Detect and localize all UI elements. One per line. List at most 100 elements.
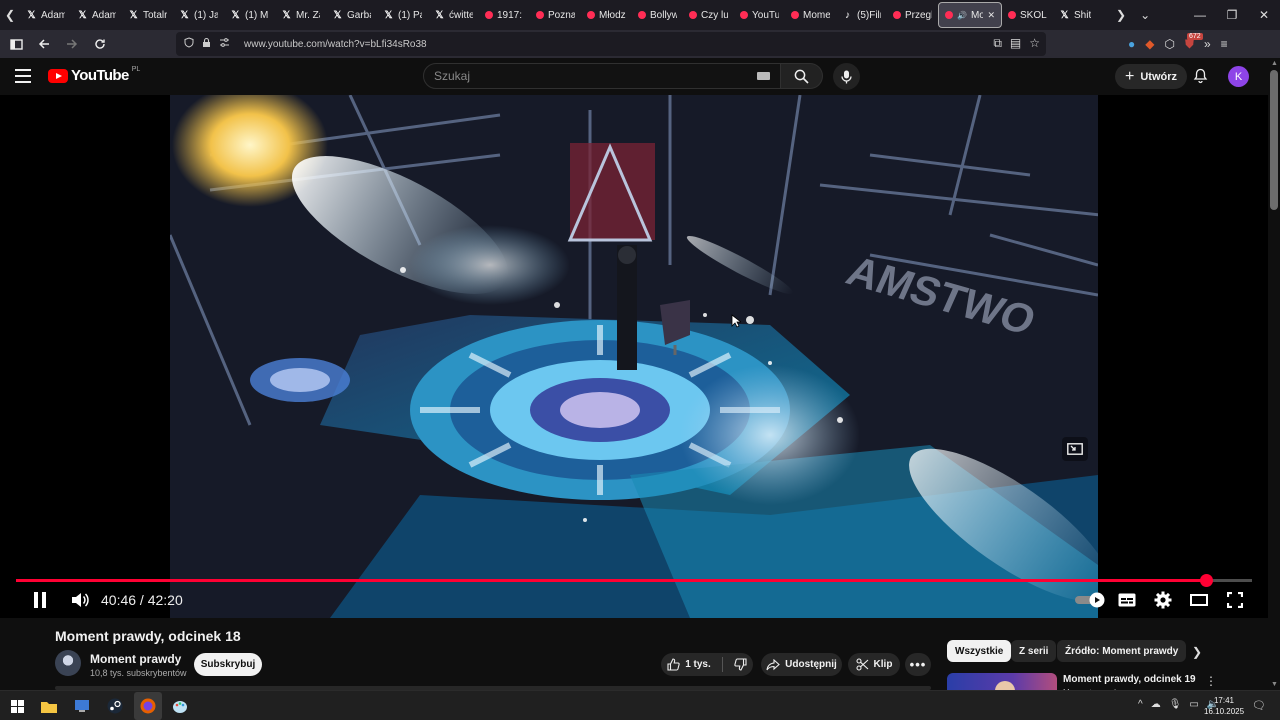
microphone-tray-icon[interactable]: 🎙 [1169,699,1182,710]
account-avatar[interactable]: K [1228,66,1249,87]
control-panel-icon[interactable] [72,696,92,716]
file-explorer-icon[interactable] [39,696,59,716]
browser-tab[interactable]: 𝕏 (1) Mi [224,2,275,28]
theater-mode-button[interactable] [1189,589,1209,611]
tab-scroll-left-icon[interactable]: ❮ [0,0,20,30]
search-input[interactable]: Szukaj [423,63,781,89]
video-player[interactable]: AMSTWO 40:46 / 42:20 [0,95,1268,618]
mute-button[interactable] [69,589,91,611]
settings-button[interactable] [1153,589,1173,611]
vpn-extension-icon[interactable]: ● [1128,37,1135,51]
guide-menu-icon[interactable] [15,69,31,83]
voice-search-button[interactable] [833,63,860,90]
autoplay-toggle[interactable] [1074,589,1106,611]
permissions-icon[interactable] [219,38,230,50]
browser-tab[interactable]: 𝕏 Shit [1053,2,1104,28]
page-scrollbar[interactable]: ▲ ▼ [1268,58,1280,690]
browser-tab[interactable]: 𝕏 Mr. Ża [275,2,326,28]
browser-tab[interactable]: Przegl [887,2,938,28]
firefox-icon[interactable] [134,692,162,720]
chips-next-icon[interactable]: ❯ [1192,645,1202,659]
pause-button[interactable] [30,589,50,611]
url-text[interactable]: www.youtube.com/watch?v=bLfi34sRo38 [244,39,427,50]
bookmark-star-icon[interactable]: ☆ [1029,36,1040,51]
share-button[interactable]: Udostępnij [761,653,842,676]
like-button[interactable]: 1 tys. [667,658,717,671]
search-button[interactable] [781,63,823,89]
progress-bar[interactable] [16,574,1252,587]
start-windows-icon[interactable] [7,696,27,716]
browser-tab[interactable]: 𝕏 Garba [326,2,377,28]
onedrive-icon[interactable]: ☁ [1151,699,1161,710]
tab-audio-icon[interactable]: 🔊 [957,11,967,20]
channel-name[interactable]: Moment prawdy [90,652,181,666]
more-actions-button[interactable]: ••• [905,653,931,676]
browser-tab[interactable]: 𝕏 (1) Pa [377,2,428,28]
steam-icon[interactable] [105,696,125,716]
chip-from-series[interactable]: Z serii [1011,640,1057,662]
forward-icon[interactable] [60,32,84,56]
fox-extension-icon[interactable]: ◆ [1145,37,1154,51]
chip-source-channel[interactable]: Źródło: Moment prawdy [1057,640,1187,662]
next-video-title[interactable]: Moment prawdy, odcinek 19 [1063,674,1196,685]
more-tools-icon[interactable]: » [1204,37,1211,51]
channel-avatar[interactable] [55,650,81,676]
tracking-shield-icon[interactable] [184,37,194,51]
restore-icon[interactable]: ❐ [1216,0,1248,30]
tab-scroll-right-icon[interactable]: ❯ [1116,8,1126,22]
paint-app-icon[interactable] [170,696,190,716]
lock-icon[interactable] [202,37,211,51]
browser-tab[interactable]: SKOLI [1002,2,1053,28]
browser-tab[interactable]: 𝕏 Adam [71,2,122,28]
back-icon[interactable] [32,32,56,56]
subscribe-button[interactable]: Subskrybuj [194,653,262,676]
ublock-icon[interactable]: ⛊ 672 [1185,32,1203,52]
picture-in-picture-icon[interactable]: ⧉ [993,36,1002,51]
address-bar[interactable]: www.youtube.com/watch?v=bLfi34sRo38 ⧉ ▤ … [176,32,1046,56]
close-tab-icon[interactable]: ✕ [987,10,995,21]
notifications-icon[interactable]: 🗨 [1252,699,1266,712]
browser-tab[interactable]: 𝕏 Adam [20,2,71,28]
browser-tab[interactable]: ♪ (5)Filn [836,2,887,28]
browser-tab[interactable]: 𝕏ćwitte [428,2,479,28]
browser-tab[interactable]: 𝕏 Totalr [122,2,173,28]
dislike-button[interactable] [728,658,747,671]
scroll-thumb[interactable] [1270,70,1278,210]
browser-tab[interactable]: YouTu [734,2,785,28]
browser-tab[interactable]: Bollyw [632,2,683,28]
video-frame[interactable]: AMSTWO [170,95,1098,618]
extensions-puzzle-icon[interactable]: ⬡ [1164,37,1174,51]
close-window-icon[interactable]: ✕ [1248,0,1280,30]
create-button[interactable]: + Utwórz [1115,64,1188,89]
browser-tab[interactable]: Pozna [530,2,581,28]
browser-tab[interactable]: Młodz [581,2,632,28]
browser-tab[interactable]: 🔊Mo ✕ [938,2,1002,28]
notifications-bell-icon[interactable] [1191,67,1209,85]
browser-tab[interactable]: 1917: [479,2,530,28]
subtitles-button[interactable] [1117,589,1137,611]
scrubber-knob[interactable] [1200,574,1214,587]
next-video-menu-icon[interactable]: ⋮ [1205,674,1217,688]
sidebar-toggle-icon[interactable] [4,32,28,56]
browser-tab[interactable]: Mome [785,2,836,28]
browser-tab[interactable]: Czy lu [683,2,734,28]
chip-all[interactable]: Wszystkie [947,640,1012,662]
browser-tab[interactable]: 𝕏 (1) Jac [173,2,224,28]
reload-icon[interactable] [88,32,112,56]
scroll-up-icon[interactable]: ▲ [1271,60,1278,67]
tray-overflow-icon[interactable]: ^ [1138,699,1143,710]
subscriber-count: 10,8 tys. subskrybentów [90,668,187,678]
app-menu-icon[interactable]: ≡ [1221,37,1228,51]
fullscreen-button[interactable] [1225,589,1245,611]
clip-button[interactable]: Klip [848,653,900,676]
minimize-icon[interactable]: — [1184,0,1216,30]
youtube-logo[interactable]: YouTube PL [48,66,140,84]
next-video-thumbnail[interactable] [947,673,1057,690]
miniplayer-overlay-button[interactable] [1062,437,1088,461]
list-all-tabs-icon[interactable]: ⌄ [1140,8,1150,22]
scroll-down-icon[interactable]: ▼ [1271,681,1278,688]
network-icon[interactable]: ▭ [1189,699,1198,710]
taskbar-clock[interactable]: 17:41 16.10.2025 [1204,695,1244,717]
keyboard-icon[interactable] [757,72,770,80]
reader-view-icon[interactable]: ▤ [1010,36,1021,51]
